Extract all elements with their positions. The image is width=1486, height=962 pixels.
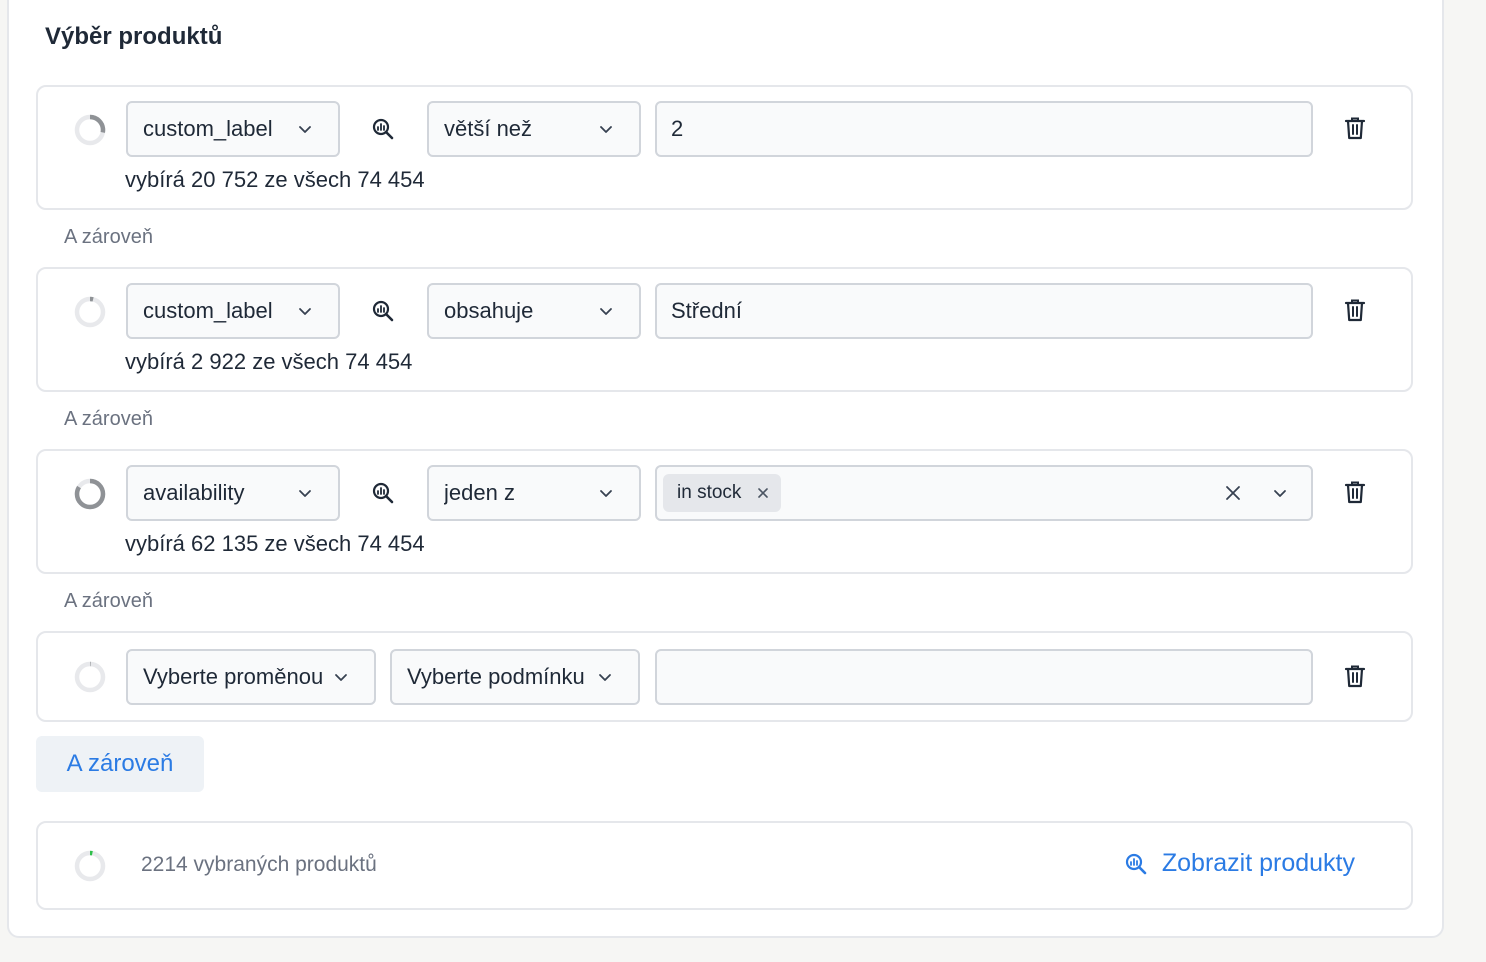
show-products-label: Zobrazit produkty [1161, 849, 1355, 877]
chevron-down-icon [334, 670, 348, 684]
selection-count-text: vybírá 62 135 ze všech 74 454 [125, 531, 425, 556]
inspect-products-icon [1125, 853, 1147, 874]
chevron-down-icon [599, 486, 613, 500]
selection-ratio-ring [74, 296, 106, 328]
chevron-down-icon [298, 304, 312, 318]
condition-select-value: Vyberte podmínku [407, 664, 585, 689]
ring-track [74, 661, 106, 693]
variable-select-value: custom_label [143, 298, 273, 323]
variable-select-value: availability [143, 480, 245, 505]
condition-rule-4: Vyberte proměnou Vyberte podmínku [36, 631, 1413, 722]
variable-select[interactable]: custom_label [126, 101, 340, 157]
trash-icon[interactable] [1343, 663, 1367, 689]
condition-select[interactable]: obsahuje [427, 283, 641, 339]
value-tag: in stock [663, 474, 782, 512]
ring-track [74, 850, 106, 882]
inspect-values-icon[interactable] [371, 117, 395, 141]
add-condition-button[interactable]: A zároveň [36, 736, 204, 792]
value-input[interactable] [655, 649, 1313, 705]
condition-rule-1: custom_label větší než vybírá 20 752 ze … [36, 85, 1413, 210]
selection-count-text: vybírá 20 752 ze všech 74 454 [125, 167, 425, 192]
selection-ratio-ring [74, 114, 106, 146]
condition-select-value: jeden z [444, 480, 515, 505]
trash-icon[interactable] [1343, 297, 1367, 323]
condition-select[interactable]: Vyberte podmínku [390, 649, 640, 705]
close-icon[interactable] [757, 487, 769, 499]
variable-select-value: custom_label [143, 116, 273, 141]
variable-select[interactable]: custom_label [126, 283, 340, 339]
condition-rule-2: custom_label obsahuje vybírá 2 922 ze vš… [36, 267, 1413, 392]
condition-rule-3: availability jeden z in stock vybírá 62 … [36, 449, 1413, 574]
show-products-link[interactable]: Zobrazit produkty [1124, 849, 1355, 878]
selection-ratio-ring [74, 850, 106, 882]
selection-count-text: vybírá 2 922 ze všech 74 454 [125, 349, 413, 374]
chevron-down-icon [599, 122, 613, 136]
inspect-values-icon[interactable] [371, 481, 395, 505]
value-input[interactable] [655, 101, 1313, 157]
variable-select[interactable]: Vyberte proměnou [126, 649, 376, 705]
condition-select[interactable]: větší než [427, 101, 641, 157]
inspect-values-icon[interactable] [371, 299, 395, 323]
selection-summary: 2214 vybraných produktů Zobrazit produkt… [36, 821, 1413, 910]
conjunction-label: A zároveň [64, 226, 153, 248]
trash-icon[interactable] [1343, 479, 1367, 505]
trash-icon[interactable] [1343, 115, 1367, 141]
chevron-down-icon [598, 670, 612, 684]
chevron-down-icon[interactable] [1273, 486, 1287, 500]
conjunction-label: A zároveň [64, 408, 153, 430]
variable-select-value: Vyberte proměnou [143, 664, 324, 689]
ring-track [74, 296, 106, 328]
value-input[interactable] [655, 283, 1313, 339]
chevron-down-icon [298, 122, 312, 136]
clear-icon[interactable] [1225, 485, 1241, 501]
selection-ratio-ring [74, 661, 106, 693]
variable-select[interactable]: availability [126, 465, 340, 521]
selection-ratio-ring [74, 478, 106, 510]
condition-select-value: obsahuje [444, 298, 534, 323]
chevron-down-icon [298, 486, 312, 500]
chevron-down-icon [599, 304, 613, 318]
value-tag-label: in stock [677, 482, 742, 503]
section-title: Výběr produktů [45, 23, 223, 50]
condition-select-value: větší než [444, 116, 533, 141]
multi-value-select[interactable]: in stock [655, 465, 1313, 521]
condition-select[interactable]: jeden z [427, 465, 641, 521]
conjunction-label: A zároveň [64, 590, 153, 612]
selected-products-count: 2214 vybraných produktů [141, 853, 377, 876]
